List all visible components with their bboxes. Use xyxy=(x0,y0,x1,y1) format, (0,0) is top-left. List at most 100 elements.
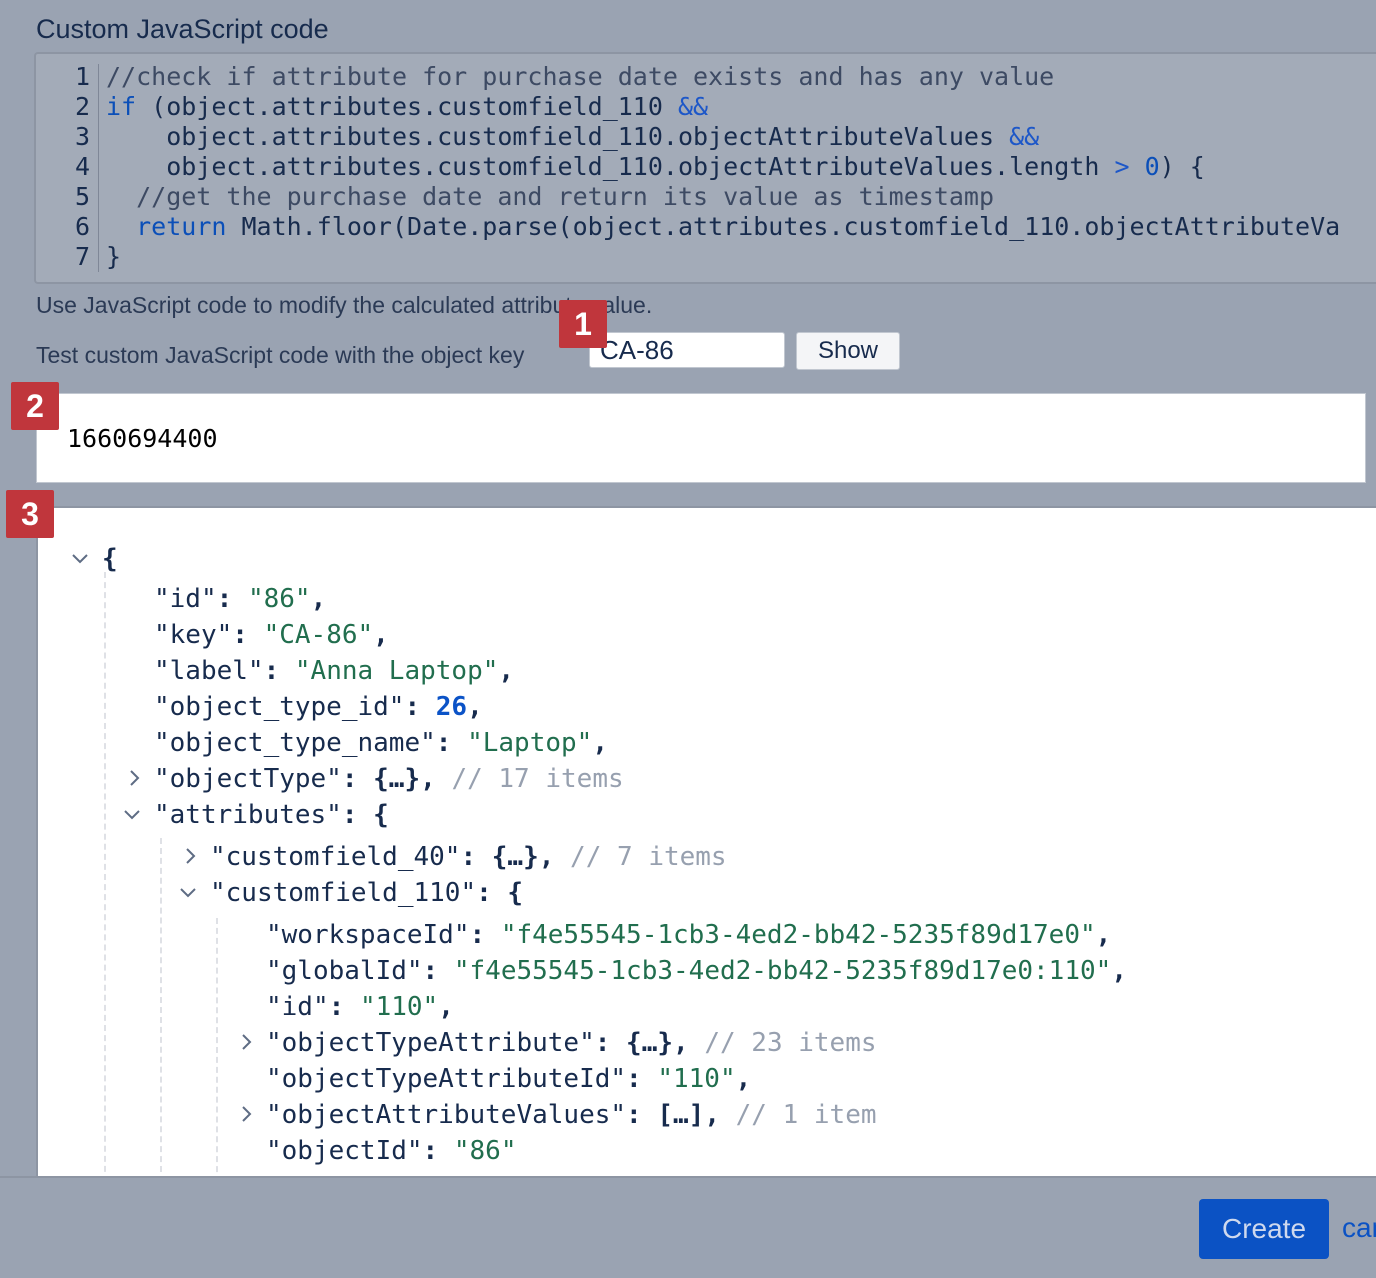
code-token: //check if attribute for purchase date e… xyxy=(106,62,1055,91)
json-token: , xyxy=(438,992,454,1022)
json-token: "110" xyxy=(657,1064,736,1094)
code-line[interactable]: 6 return Math.floor(Date.parse(object.at… xyxy=(36,212,1340,242)
code-token: 0 xyxy=(1144,152,1160,181)
json-token: "customfield_40" xyxy=(210,842,461,872)
code-token: } xyxy=(106,242,122,271)
json-token: , xyxy=(498,656,515,686)
json-item-count: // 7 items xyxy=(570,842,727,872)
json-token: : { xyxy=(341,800,389,830)
json-token: {…} xyxy=(491,842,539,872)
code-text: } xyxy=(106,242,121,272)
json-token: {…} xyxy=(626,1028,674,1058)
json-token: : xyxy=(328,992,360,1022)
json-token: "110" xyxy=(359,992,439,1022)
code-line[interactable]: 2 if (object.attributes.customfield_110 &… xyxy=(36,92,708,122)
annotation-badge-1: 1 xyxy=(559,300,607,348)
json-token: […] xyxy=(657,1100,705,1130)
code-token: > xyxy=(1114,152,1130,181)
code-editor[interactable]: 1 //check if attribute for purchase date … xyxy=(34,52,1376,284)
code-text: //get the purchase date and return its v… xyxy=(106,182,994,212)
json-line: "label": "Anna Laptop", xyxy=(154,654,514,688)
json-line: "workspaceId": "f4e55545-1cb3-4ed2-bb42-… xyxy=(266,918,1111,952)
json-token: "id" xyxy=(154,584,217,614)
json-line: "id": "86", xyxy=(154,582,326,616)
chevron-down-icon[interactable] xyxy=(70,548,90,568)
json-token: : xyxy=(469,920,501,950)
json-line: "object_type_name": "Laptop", xyxy=(154,726,608,760)
json-token: , xyxy=(704,1100,736,1130)
json-line: "attributes": { xyxy=(154,798,389,832)
show-button[interactable]: Show xyxy=(796,332,900,370)
json-token: "customfield_110" xyxy=(210,878,477,908)
result-output: 1660694400 xyxy=(36,393,1366,483)
json-token: "objectTypeAttribute" xyxy=(266,1028,595,1058)
json-token: "objectId" xyxy=(266,1136,423,1166)
line-number: 4 xyxy=(74,152,90,181)
json-token: : xyxy=(404,692,436,722)
json-token: : xyxy=(422,956,454,986)
json-token: , xyxy=(1095,920,1112,950)
chevron-right-icon[interactable] xyxy=(124,768,144,788)
json-token: "object_type_name" xyxy=(154,728,436,758)
json-item-count: // 1 item xyxy=(735,1100,877,1130)
json-token: : xyxy=(626,1064,658,1094)
code-token: ) { xyxy=(1159,152,1205,181)
cancel-link[interactable]: cancel xyxy=(1342,1212,1376,1244)
json-token: : xyxy=(263,656,295,686)
json-token: , xyxy=(310,584,327,614)
json-token: : xyxy=(341,764,374,794)
json-token: : xyxy=(626,1100,658,1130)
object-key-input[interactable] xyxy=(589,332,785,368)
code-token: (object.attributes.customfield_110 xyxy=(136,92,678,121)
json-line: { xyxy=(102,542,118,576)
json-line: "objectAttributeValues": […], // 1 item xyxy=(266,1098,877,1132)
json-token: "CA-86" xyxy=(263,620,374,650)
json-token: "objectType" xyxy=(154,764,342,794)
test-object-key-label: Test custom JavaScript code with the obj… xyxy=(36,342,525,368)
gutter-divider xyxy=(98,64,99,272)
json-token: , xyxy=(1111,956,1127,986)
code-text: object.attributes.customfield_110.object… xyxy=(106,122,1039,152)
code-token: && xyxy=(1009,122,1040,151)
json-token: "f4e55545-1cb3-4ed2-bb42-5235f89d17e0:11… xyxy=(453,956,1112,986)
json-token: "object_type_id" xyxy=(154,692,405,722)
json-line: "globalId": "f4e55545-1cb3-4ed2-bb42-523… xyxy=(266,954,1127,988)
json-token: : xyxy=(216,584,248,614)
json-token: "label" xyxy=(154,656,264,686)
json-token: , xyxy=(538,842,571,872)
code-line[interactable]: 5 //get the purchase date and return its… xyxy=(36,182,994,212)
line-number: 6 xyxy=(74,212,90,241)
code-line[interactable]: 4 object.attributes.customfield_110.obje… xyxy=(36,152,1205,182)
json-token: , xyxy=(673,1028,705,1058)
line-number: 5 xyxy=(74,182,90,211)
code-token: Math.floor(Date.parse(object.attributes.… xyxy=(226,212,1341,241)
chevron-right-icon[interactable] xyxy=(236,1032,256,1052)
create-button[interactable]: Create xyxy=(1199,1199,1329,1259)
code-line[interactable]: 7} xyxy=(36,242,121,272)
json-token: : xyxy=(422,1136,454,1166)
json-token: "key" xyxy=(154,620,233,650)
json-token: "id" xyxy=(266,992,329,1022)
code-token: if xyxy=(106,92,137,121)
chevron-down-icon[interactable] xyxy=(122,804,142,824)
json-token: "attributes" xyxy=(154,800,342,830)
code-line[interactable]: 3 object.attributes.customfield_110.obje… xyxy=(36,122,1039,152)
json-token: 26 xyxy=(435,692,468,722)
chevron-right-icon[interactable] xyxy=(236,1104,256,1124)
json-token: : xyxy=(232,620,264,650)
code-token: object.attributes.customfield_110.object… xyxy=(106,122,1010,151)
annotation-badge-3: 3 xyxy=(6,490,54,538)
json-viewer[interactable]: {"id": "86", "key": "CA-86", "label": "Ann… xyxy=(36,506,1376,1176)
chevron-right-icon[interactable] xyxy=(180,846,200,866)
chevron-down-icon[interactable] xyxy=(178,882,198,902)
json-token: { xyxy=(102,544,118,574)
code-line[interactable]: 1 //check if attribute for purchase date … xyxy=(36,62,1054,92)
json-token: : { xyxy=(476,878,524,908)
json-token: , xyxy=(467,692,483,722)
json-item-count: // 17 items xyxy=(451,764,624,794)
json-item-count: // 23 items xyxy=(704,1028,877,1058)
json-token: , xyxy=(420,764,452,794)
section-title: Custom JavaScript code xyxy=(36,14,329,44)
json-token: {…} xyxy=(373,764,421,794)
